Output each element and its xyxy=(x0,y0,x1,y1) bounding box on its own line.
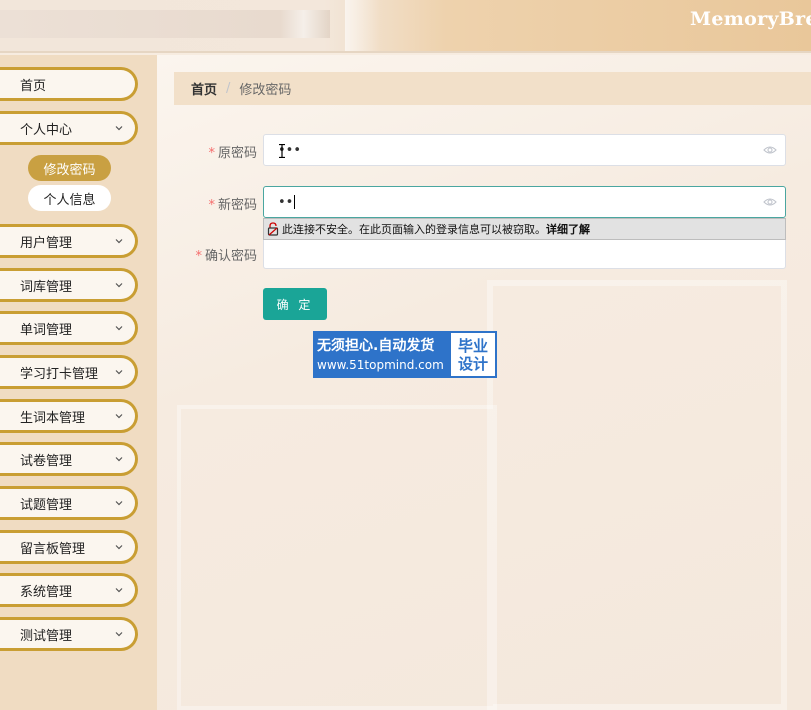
chevron-down-icon xyxy=(115,545,123,550)
old-password-field[interactable]: ••• xyxy=(263,134,786,166)
chevron-down-icon xyxy=(115,239,123,244)
confirm-password-label: * 确认密码 xyxy=(157,245,257,264)
required-mark: * xyxy=(208,198,215,213)
top-header: MemoryBread xyxy=(0,0,811,53)
main-content: 首页 / 修改密码 * 原密码 ••• * 新密码 •• 此连接不安全。在此页面输入… xyxy=(157,55,811,710)
sidebar-item-label: 试卷管理 xyxy=(20,453,73,469)
breadcrumb-home[interactable]: 首页 xyxy=(191,79,217,98)
sidebar-item-wordbank-management[interactable]: 词库管理 xyxy=(0,268,138,302)
watermark-url: www.51topmind.com xyxy=(317,357,444,372)
breadcrumb: 首页 / 修改密码 xyxy=(174,72,811,105)
chevron-down-icon xyxy=(115,370,123,375)
chevron-down-icon xyxy=(115,126,123,131)
sidebar-item-checkin-management[interactable]: 学习打卡管理 xyxy=(0,355,138,389)
sidebar-item-label: 词库管理 xyxy=(20,279,73,295)
sidebar-item-question-management[interactable]: 试题管理 xyxy=(0,486,138,520)
sidebar-item-word-management[interactable]: 单词管理 xyxy=(0,311,138,345)
chevron-down-icon xyxy=(115,457,123,462)
sidebar-item-label: 测试管理 xyxy=(20,628,73,644)
sidebar-item-message-board-management[interactable]: 留言板管理 xyxy=(0,530,138,564)
sidebar-item-label: 生词本管理 xyxy=(20,410,86,426)
submenu-personal-info[interactable]: 个人信息 xyxy=(28,185,111,211)
sidebar-item-personal-center[interactable]: 个人中心 xyxy=(0,111,138,145)
sidebar-item-label: 学习打卡管理 xyxy=(20,366,99,382)
watermark-badge-line2: 设计 xyxy=(457,354,488,373)
eye-icon[interactable] xyxy=(763,196,777,208)
sidebar-item-system-management[interactable]: 系统管理 xyxy=(0,573,138,607)
new-password-label: * 新密码 xyxy=(157,194,257,213)
confirm-button[interactable]: 确 定 xyxy=(263,288,327,320)
background-decor xyxy=(487,280,787,710)
chevron-down-icon xyxy=(115,588,123,593)
sidebar-item-label: 试题管理 xyxy=(20,497,73,513)
sidebar: 首页 个人中心 修改密码 个人信息 用户管理 词库管理 单词管理 学习打卡管理 … xyxy=(0,55,157,710)
learn-more-link[interactable]: 详细了解 xyxy=(546,221,590,237)
sidebar-item-user-management[interactable]: 用户管理 xyxy=(0,224,138,258)
sidebar-item-label: 个人中心 xyxy=(20,122,73,138)
sidebar-item-home[interactable]: 首页 xyxy=(0,67,138,101)
header-decor-highlight xyxy=(345,0,380,51)
watermark-line1: 无须担心.自动发货 xyxy=(317,337,435,354)
sidebar-item-exam-management[interactable]: 试卷管理 xyxy=(0,442,138,476)
header-decor-bar xyxy=(0,10,330,38)
new-password-field[interactable]: •• xyxy=(263,186,786,218)
app-title: MemoryBread xyxy=(690,8,811,30)
breadcrumb-separator: / xyxy=(226,81,231,96)
required-mark: * xyxy=(208,146,215,161)
old-password-label-text: 原密码 xyxy=(217,146,257,161)
eye-icon[interactable] xyxy=(763,144,777,156)
warning-text: 此连接不安全。在此页面输入的登录信息可以被窃取。 xyxy=(282,223,546,236)
breadcrumb-current: 修改密码 xyxy=(239,83,292,98)
watermark-badge-line1: 毕业 xyxy=(457,336,488,355)
sidebar-item-label: 单词管理 xyxy=(20,322,73,338)
old-password-label: * 原密码 xyxy=(157,142,257,161)
watermark-banner: 无须担心.自动发货 www.51topmind.com 毕业 设计 xyxy=(313,331,497,378)
new-password-label-text: 新密码 xyxy=(217,198,257,213)
insecure-connection-warning: 此连接不安全。在此页面输入的登录信息可以被窃取。 详细了解 xyxy=(263,218,786,240)
sidebar-item-label: 留言板管理 xyxy=(20,541,86,557)
chevron-down-icon xyxy=(115,414,123,419)
text-caret xyxy=(294,195,296,209)
sidebar-item-label: 首页 xyxy=(20,78,47,94)
chevron-down-icon xyxy=(115,632,123,637)
confirm-password-field[interactable] xyxy=(263,240,786,269)
chevron-down-icon xyxy=(115,326,123,331)
background-decor xyxy=(177,405,497,710)
new-password-value: •• xyxy=(278,194,294,210)
watermark-text-block: 无须担心.自动发货 www.51topmind.com xyxy=(313,331,449,378)
submenu-change-password[interactable]: 修改密码 xyxy=(28,155,111,181)
required-mark: * xyxy=(195,249,202,264)
sidebar-item-vocab-book-management[interactable]: 生词本管理 xyxy=(0,399,138,433)
sidebar-item-label: 用户管理 xyxy=(20,235,73,251)
chevron-down-icon xyxy=(115,283,123,288)
confirm-password-label-text: 确认密码 xyxy=(204,249,257,264)
broken-lock-icon xyxy=(267,222,279,236)
sidebar-item-test-management[interactable]: 测试管理 xyxy=(0,617,138,651)
sidebar-item-label: 系统管理 xyxy=(20,584,73,600)
watermark-badge: 毕业 设计 xyxy=(449,331,497,378)
text-cursor-icon xyxy=(279,144,285,158)
chevron-down-icon xyxy=(115,501,123,506)
